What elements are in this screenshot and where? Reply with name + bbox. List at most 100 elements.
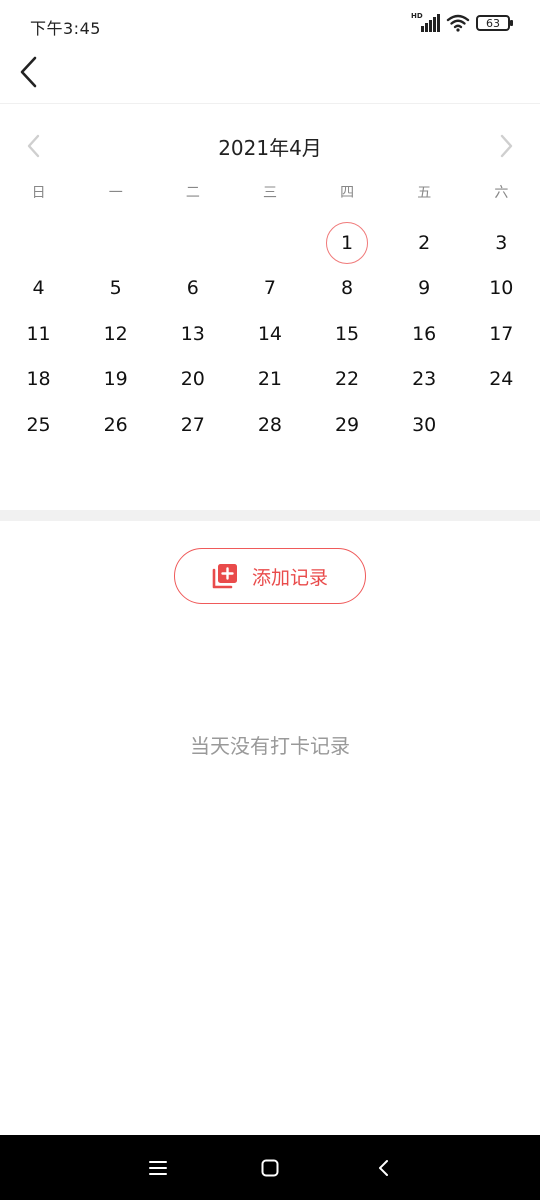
calendar-day-number: 1	[326, 221, 369, 264]
calendar-day-empty	[231, 220, 308, 266]
battery-level: 63	[486, 16, 500, 30]
calendar-day-number: 27	[180, 413, 205, 436]
calendar-day[interactable]: 15	[309, 311, 386, 357]
menu-icon	[149, 1161, 167, 1175]
calendar-day[interactable]: 17	[463, 311, 540, 357]
nav-menu-button[interactable]	[144, 1155, 172, 1181]
add-record-label: 添加记录	[251, 566, 328, 589]
calendar-day-number: 13	[180, 322, 205, 345]
status-time: 下午3:45	[30, 19, 101, 38]
empty-message: 当天没有打卡记录	[190, 734, 350, 758]
calendar-day[interactable]: 12	[77, 311, 154, 357]
battery-icon: 63	[476, 15, 513, 31]
calendar-day[interactable]: 23	[386, 357, 463, 403]
calendar-day-number: 21	[257, 368, 283, 391]
calendar-day-number: 25	[26, 413, 51, 436]
calendar-day[interactable]: 21	[231, 357, 308, 403]
calendar-day[interactable]: 19	[77, 357, 154, 403]
calendar-day[interactable]: 18	[0, 357, 77, 403]
calendar-day[interactable]: 5	[77, 266, 154, 312]
calendar-day[interactable]: 28	[231, 402, 308, 448]
calendar-day-number: 29	[334, 413, 360, 436]
hd-label: HD	[411, 12, 423, 20]
back-button[interactable]	[14, 54, 46, 90]
calendar-day-number: 24	[489, 368, 514, 391]
calendar-day[interactable]: 14	[231, 311, 308, 357]
chevron-right-icon	[500, 134, 513, 158]
calendar-day[interactable]: 30	[386, 402, 463, 448]
system-nav-bar	[0, 1135, 540, 1200]
calendar-day-number: 14	[257, 322, 283, 345]
calendar-day-number: 15	[334, 322, 360, 345]
calendar-day[interactable]: 4	[0, 266, 77, 312]
calendar-day[interactable]: 11	[0, 311, 77, 357]
calendar-day[interactable]: 27	[154, 402, 231, 448]
section-divider	[0, 510, 540, 521]
calendar-day-number: 19	[103, 368, 128, 391]
calendar-day-number: 11	[26, 322, 51, 345]
calendar-day[interactable]: 20	[154, 357, 231, 403]
back-arrow-icon	[20, 56, 37, 88]
weekday-label: 六	[494, 185, 509, 201]
add-record-button[interactable]: 添加记录	[174, 548, 366, 604]
calendar-day-number: 2	[418, 231, 431, 254]
calendar-day[interactable]: 10	[463, 266, 540, 312]
status-icons: HD 63	[411, 12, 513, 32]
calendar-day[interactable]: 22	[309, 357, 386, 403]
calendar-day-number	[95, 222, 137, 264]
calendar-day-number: 16	[412, 322, 437, 345]
calendar-day[interactable]: 24	[463, 357, 540, 403]
next-month-button[interactable]	[494, 132, 518, 160]
calendar-day[interactable]: 6	[154, 266, 231, 312]
calendar-nav: 2021年4月	[0, 128, 540, 162]
calendar-day[interactable]: 9	[386, 266, 463, 312]
home-square-icon	[261, 1159, 279, 1177]
header	[0, 50, 540, 104]
calendar-day[interactable]: 13	[154, 311, 231, 357]
status-bar: 下午3:45 HD 63	[0, 0, 540, 50]
calendar-day-number: 12	[103, 322, 128, 345]
weekday-row: 日 一 二 三 四 五 六	[0, 182, 540, 206]
calendar-day-empty	[0, 220, 77, 266]
calendar-day-number: 28	[257, 413, 283, 436]
weekday-label: 二	[185, 185, 200, 201]
weekday-label: 五	[417, 185, 432, 201]
calendar-day-number: 30	[412, 413, 437, 436]
calendar-day-number: 9	[418, 277, 431, 300]
calendar-day-number	[480, 404, 522, 446]
calendar-day[interactable]: 26	[77, 402, 154, 448]
days-grid: 1 2 3 4 5 6 7 8 9 10 11 12 13 14 15 16 17 18 19 20 21 22 23 24 2…	[0, 220, 540, 448]
nav-home-button[interactable]	[256, 1155, 284, 1181]
calendar-day-number: 18	[26, 368, 51, 391]
calendar-day[interactable]: 2	[386, 220, 463, 266]
calendar-day[interactable]: 1	[309, 220, 386, 266]
weekday-label: 三	[262, 185, 277, 201]
calendar-day-empty	[463, 402, 540, 448]
calendar-day-number: 22	[334, 368, 360, 391]
calendar-day-number: 23	[412, 368, 437, 391]
wifi-icon	[446, 14, 470, 32]
weekday-label: 日	[31, 185, 46, 201]
calendar-day[interactable]: 8	[309, 266, 386, 312]
calendar-day-empty	[154, 220, 231, 266]
calendar-day-number: 20	[180, 368, 205, 391]
add-square-icon	[212, 564, 237, 589]
calendar-day[interactable]: 25	[0, 402, 77, 448]
weekday-label: 四	[340, 185, 355, 201]
calendar-day[interactable]: 3	[463, 220, 540, 266]
calendar-day-number: 8	[341, 277, 354, 300]
calendar-day-number: 26	[103, 413, 128, 436]
calendar-day[interactable]: 16	[386, 311, 463, 357]
calendar-day-number: 3	[495, 231, 508, 254]
calendar-day-number: 6	[186, 277, 199, 300]
calendar-day-number	[249, 222, 291, 264]
calendar-day[interactable]: 29	[309, 402, 386, 448]
nav-back-button[interactable]	[370, 1155, 398, 1181]
weekday-label: 一	[108, 185, 123, 201]
calendar-day-number: 17	[489, 322, 514, 345]
calendar-day[interactable]: 7	[231, 266, 308, 312]
calendar-day-number: 10	[489, 277, 514, 300]
calendar-day-empty	[77, 220, 154, 266]
calendar-day-number: 5	[109, 277, 122, 300]
calendar-day-number: 4	[32, 277, 45, 300]
